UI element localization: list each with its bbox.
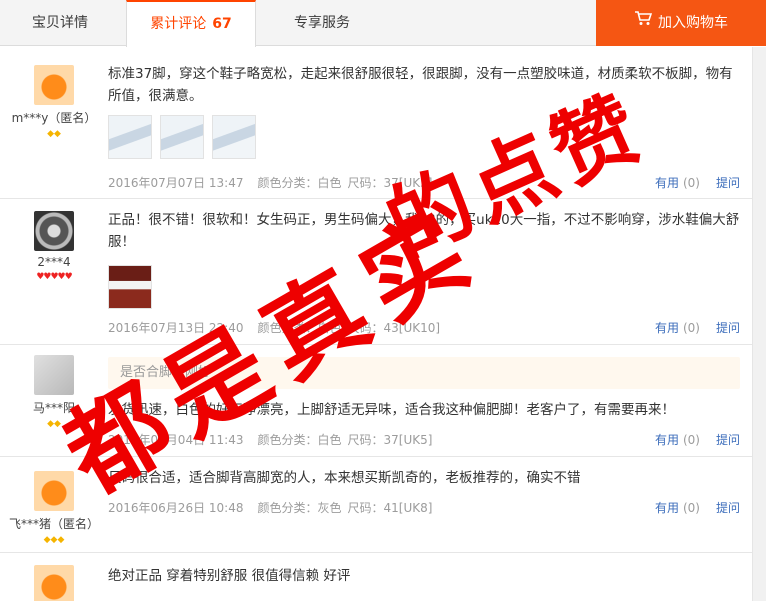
reviewer <box>0 565 108 601</box>
ask-button[interactable]: 提问 <box>716 433 740 447</box>
review-item: 2***4 ♥♥♥♥♥ 正品！很不错！很软和！女生码正，男生码偏大，我43的，买… <box>0 199 752 345</box>
diamond-rank-icon: ◆◆◆ <box>43 535 65 545</box>
shopping-cart-icon <box>634 0 653 45</box>
avatar[interactable] <box>34 565 74 601</box>
tab-bar: 宝贝详情 累计评论 67 专享服务 加入购物车 <box>0 0 766 47</box>
ask-button[interactable]: 提问 <box>716 321 740 335</box>
review-item: 绝对正品 穿着特别舒服 很值得信赖 好评 <box>0 553 752 601</box>
avatar[interactable] <box>34 65 74 105</box>
reviewer-name: 马***阳 <box>32 401 75 415</box>
useful-button[interactable]: 有用 (0) <box>655 501 700 515</box>
sku-size: 尺码：37[UK5] <box>347 176 433 190</box>
diamond-rank-icon: ◆◆ <box>47 419 61 429</box>
review-content: 尺码很合适，适合脚背高脚宽的人，本来想买斯凯奇的，老板推荐的，确实不错 <box>108 467 740 489</box>
avatar[interactable] <box>34 355 74 395</box>
review-date: 2016年07月13日 22:40 <box>108 321 244 335</box>
review-text: 绝对正品 穿着特别舒服 很值得信赖 好评 <box>108 568 351 584</box>
review-content: 标准37脚，穿这个鞋子略宽松，走起来很舒服很轻，很跟脚，没有一点塑胶味道，材质柔… <box>108 63 740 161</box>
useful-count: (0) <box>682 176 700 190</box>
ask-button[interactable]: 提问 <box>716 501 740 515</box>
review-photo[interactable] <box>108 115 152 159</box>
reviewer: m***y（匿名） ◆◆ <box>0 65 108 140</box>
reviewer-name: 2***4 <box>37 255 71 269</box>
review-item: m***y（匿名） ◆◆ 标准37脚，穿这个鞋子略宽松，走起来很舒服很轻，很跟脚… <box>0 47 752 199</box>
sku-size: 尺码：37[UK5] <box>347 433 433 447</box>
useful-count: (0) <box>682 321 700 335</box>
sku-color: 颜色分类：白色 <box>257 433 342 447</box>
review-text: 尺码很合适，适合脚背高脚宽的人，本来想买斯凯奇的，老板推荐的，确实不错 <box>108 470 581 486</box>
tab-reviews[interactable]: 累计评论 67 <box>126 0 256 47</box>
useful-count: (0) <box>682 433 700 447</box>
review-text: 发货迅速，白色的好干净漂亮，上脚舒适无异味，适合我这种偏肥脚！老客户了，有需要再… <box>108 402 675 418</box>
review-meta: 2016年07月07日 13:47 颜色分类：白色 尺码：37[UK5] <box>108 174 446 191</box>
reviewer: 马***阳 ◆◆ <box>0 355 108 430</box>
reviewer-name: 飞***猪（匿名） <box>8 517 99 531</box>
sku-color: 颜色分类：灰色 <box>257 501 342 515</box>
review-actions: 有用 (0) 提问 <box>655 174 740 191</box>
avatar[interactable] <box>34 471 74 511</box>
review-photo[interactable] <box>108 265 152 309</box>
useful-label: 有用 <box>654 433 679 447</box>
add-to-cart-label: 加入购物车 <box>658 15 728 31</box>
review-list: m***y（匿名） ◆◆ 标准37脚，穿这个鞋子略宽松，走起来很舒服很轻，很跟脚… <box>0 47 752 601</box>
review-date: 2016年07月07日 13:47 <box>108 176 244 190</box>
review-actions: 有用 (0) 提问 <box>655 431 740 448</box>
review-photo[interactable] <box>212 115 256 159</box>
useful-button[interactable]: 有用 (0) <box>655 176 700 190</box>
reviewer-name: m***y（匿名） <box>11 111 97 125</box>
review-text: 正品！很不错！很软和！女生码正，男生码偏大，我43的，买uk10大一指，不过不影… <box>108 212 740 250</box>
reviewer: 2***4 ♥♥♥♥♥ <box>0 211 108 283</box>
tab-exclusive-service[interactable]: 专享服务 <box>262 0 382 46</box>
review-photos <box>108 265 740 311</box>
tab-reviews-label: 累计评论 <box>150 16 207 32</box>
scrollbar[interactable] <box>752 47 766 601</box>
add-to-cart-button[interactable]: 加入购物车 <box>596 0 766 46</box>
review-content: 绝对正品 穿着特别舒服 很值得信赖 好评 <box>108 565 740 587</box>
review-photos <box>108 115 740 161</box>
sku-size: 尺码：43[UK10] <box>347 321 441 335</box>
review-item: 马***阳 ◆◆ 是否合脚：刚好 发货迅速，白色的好干净漂亮，上脚舒适无异味，适… <box>0 345 752 457</box>
review-date: 2016年07月04日 11:43 <box>108 433 244 447</box>
useful-label: 有用 <box>654 176 679 190</box>
review-meta: 2016年07月04日 11:43 颜色分类：白色 尺码：37[UK5] <box>108 431 446 448</box>
review-item: 飞***猪（匿名） ◆◆◆ 尺码很合适，适合脚背高脚宽的人，本来想买斯凯奇的，老… <box>0 457 752 553</box>
review-content: 正品！很不错！很软和！女生码正，男生码偏大，我43的，买uk10大一指，不过不影… <box>108 209 740 311</box>
avatar[interactable] <box>34 211 74 251</box>
ask-button[interactable]: 提问 <box>716 176 740 190</box>
useful-button[interactable]: 有用 (0) <box>655 321 700 335</box>
review-photo[interactable] <box>160 115 204 159</box>
useful-label: 有用 <box>654 501 679 515</box>
review-meta: 2016年06月26日 10:48 颜色分类：灰色 尺码：41[UK8] <box>108 499 446 516</box>
fit-info: 是否合脚：刚好 <box>108 357 740 389</box>
review-count: 67 <box>212 16 232 32</box>
review-actions: 有用 (0) 提问 <box>655 499 740 516</box>
sku-size: 尺码：41[UK8] <box>347 501 433 515</box>
review-actions: 有用 (0) 提问 <box>655 319 740 336</box>
useful-label: 有用 <box>654 321 679 335</box>
tab-product-detail[interactable]: 宝贝详情 <box>0 0 120 46</box>
review-text: 标准37脚，穿这个鞋子略宽松，走起来很舒服很轻，很跟脚，没有一点塑胶味道，材质柔… <box>108 66 733 104</box>
review-date: 2016年06月26日 10:48 <box>108 501 244 515</box>
diamond-rank-icon: ◆◆ <box>47 129 61 139</box>
reviewer: 飞***猪（匿名） ◆◆◆ <box>0 471 108 546</box>
review-content: 是否合脚：刚好 发货迅速，白色的好干净漂亮，上脚舒适无异味，适合我这种偏肥脚！老… <box>108 357 740 421</box>
review-meta: 2016年07月13日 22:40 颜色分类：白色 尺码：43[UK10] <box>108 319 454 336</box>
sku-color: 颜色分类：白色 <box>257 321 342 335</box>
useful-count: (0) <box>682 501 700 515</box>
heart-rank-icon: ♥♥♥♥♥ <box>36 272 72 282</box>
useful-button[interactable]: 有用 (0) <box>655 433 700 447</box>
sku-color: 颜色分类：白色 <box>257 176 342 190</box>
